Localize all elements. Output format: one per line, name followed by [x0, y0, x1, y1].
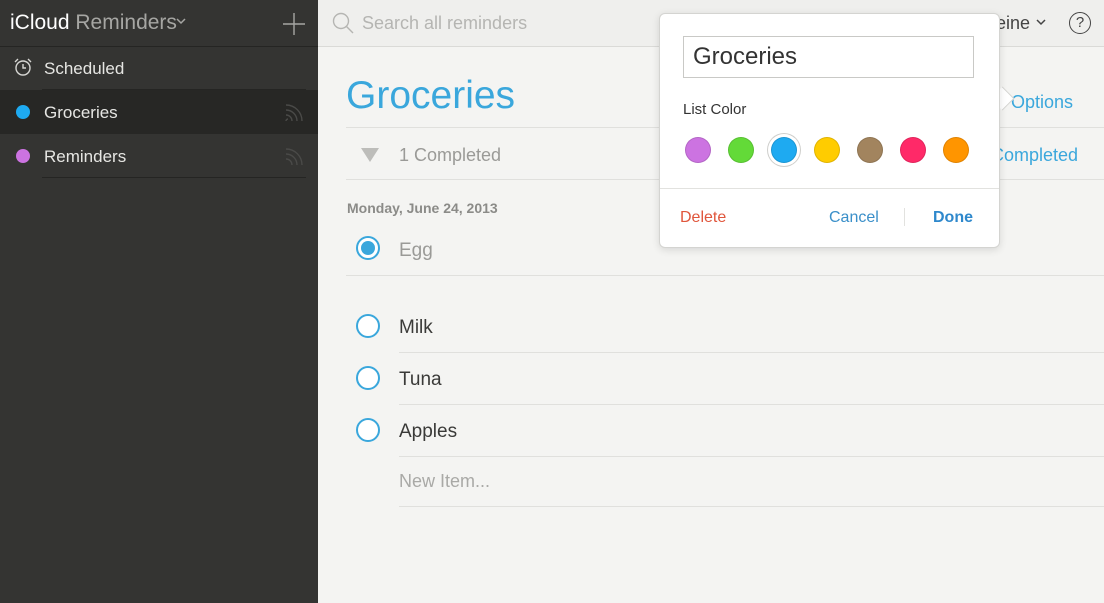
color-swatch[interactable] — [900, 137, 926, 163]
color-swatch[interactable] — [943, 137, 969, 163]
checkbox[interactable] — [356, 418, 380, 442]
completed-count: 1 Completed — [399, 145, 502, 165]
list-options-popover: List Color Delete Cancel Done — [659, 13, 1000, 248]
date-heading: Monday, June 24, 2013 — [347, 200, 498, 216]
divider — [346, 275, 1104, 276]
color-swatch[interactable] — [771, 137, 797, 163]
divider — [399, 506, 1104, 507]
sidebar-item-label: Reminders — [44, 147, 127, 166]
add-list-button[interactable] — [282, 12, 306, 36]
checkbox-checked[interactable] — [356, 236, 380, 260]
divider — [399, 404, 1104, 405]
sidebar-item-label: Scheduled — [44, 59, 125, 78]
reminder-text[interactable]: Milk — [399, 317, 433, 339]
color-swatch[interactable] — [685, 137, 711, 163]
sidebar: iCloud Reminders Scheduled Groceries Rem… — [0, 0, 318, 603]
list-name-field[interactable] — [683, 36, 974, 78]
chevron-down-icon — [1036, 19, 1046, 26]
disclosure-triangle-icon — [361, 148, 379, 162]
reminder-text[interactable]: Tuna — [399, 369, 442, 391]
list-color-dot — [16, 149, 30, 163]
checkbox[interactable] — [356, 366, 380, 390]
divider — [399, 456, 1104, 457]
app-name: Reminders — [75, 11, 177, 34]
user-menu[interactable]: eine — [996, 13, 1030, 34]
list-color-label: List Color — [683, 101, 747, 118]
sidebar-header: iCloud Reminders — [0, 0, 318, 47]
sidebar-item-label: Groceries — [44, 103, 118, 122]
brand-label: iCloud — [10, 11, 70, 34]
chevron-down-icon — [176, 18, 186, 25]
color-swatch[interactable] — [814, 137, 840, 163]
alarm-clock-icon — [14, 58, 32, 76]
page-title: Groceries — [346, 74, 516, 117]
reminder-text[interactable]: Egg — [399, 240, 433, 262]
shared-list-icon — [285, 104, 303, 122]
cancel-button[interactable]: Cancel — [829, 209, 879, 227]
new-item-input[interactable]: New Item... — [399, 471, 490, 492]
sidebar-item-scheduled[interactable]: Scheduled — [0, 46, 318, 90]
divider — [42, 177, 306, 178]
sidebar-item-reminders[interactable]: Reminders — [0, 134, 318, 178]
sidebar-item-groceries[interactable]: Groceries — [0, 90, 318, 134]
color-swatch[interactable] — [857, 137, 883, 163]
divider — [660, 188, 999, 189]
done-button[interactable]: Done — [933, 209, 973, 227]
list-color-dot — [16, 105, 30, 119]
divider — [399, 352, 1104, 353]
checkbox[interactable] — [356, 314, 380, 338]
divider — [904, 208, 905, 226]
app-title[interactable]: iCloud Reminders — [10, 11, 186, 35]
options-button[interactable]: Options — [1011, 92, 1073, 113]
reminder-text[interactable]: Apples — [399, 421, 457, 443]
search-icon — [332, 12, 354, 34]
plus-icon — [283, 13, 305, 35]
search-input[interactable] — [362, 10, 662, 36]
shared-list-icon — [285, 148, 303, 166]
help-button[interactable]: ? — [1069, 12, 1091, 34]
delete-button[interactable]: Delete — [680, 209, 726, 227]
color-swatch[interactable] — [728, 137, 754, 163]
